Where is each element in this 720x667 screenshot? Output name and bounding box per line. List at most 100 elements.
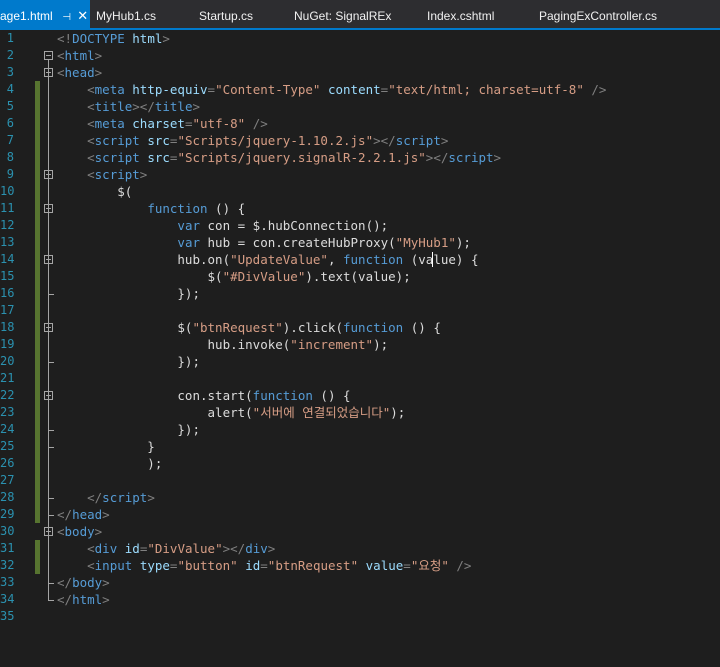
code-line[interactable]: 28 </script> <box>0 489 720 506</box>
code-token: > <box>440 133 449 148</box>
change-indicator <box>35 217 40 234</box>
code-token: script <box>448 150 494 165</box>
code-text: <body> <box>57 523 102 540</box>
tab-myhub1[interactable]: MyHub1.cs <box>96 0 156 30</box>
code-token: hub.on( <box>57 252 231 267</box>
code-token: > <box>94 524 103 539</box>
code-line[interactable]: 21 <box>0 370 720 387</box>
line-number: 25 <box>0 439 15 453</box>
code-token: "Content-Type" <box>215 82 321 97</box>
code-line[interactable]: 13 var hub = con.createHubProxy("MyHub1"… <box>0 234 720 251</box>
code-token: } <box>57 439 155 454</box>
code-editor[interactable]: 1 <!DOCTYPE html> 2 <html> 3 <head> 4 <meta ht… <box>0 30 720 667</box>
code-line[interactable]: 15 $("#DivValue").text(value); <box>0 268 720 285</box>
line-number: 3 <box>6 65 14 79</box>
code-token: > <box>162 31 170 46</box>
change-indicator <box>35 98 40 115</box>
code-line[interactable]: 17 <box>0 302 720 319</box>
tab-paging-controller[interactable]: PagingExController.cs <box>539 0 657 30</box>
code-line[interactable]: 10 $( <box>0 183 720 200</box>
code-line[interactable]: 3 <head> <box>0 64 720 81</box>
code-line[interactable]: 4 <meta http-equiv="Content-Type" conten… <box>0 81 720 98</box>
code-line[interactable]: 6 <meta charset="utf-8" /> <box>0 115 720 132</box>
tab-index-cshtml[interactable]: Index.cshtml <box>427 0 494 30</box>
line-number: 29 <box>0 507 15 521</box>
code-token: id <box>124 541 140 556</box>
code-token: "button" <box>177 558 238 573</box>
code-line[interactable]: 5 <title></title> <box>0 98 720 115</box>
code-token: < <box>87 150 95 165</box>
code-line[interactable]: 23 alert("서버에 연결되었습니다"); <box>0 404 720 421</box>
line-number: 19 <box>0 337 15 351</box>
code-token: ></ <box>222 541 246 556</box>
code-line[interactable]: 12 var con = $.hubConnection(); <box>0 217 720 234</box>
tab-nuget-signalrex[interactable]: NuGet: SignalREx <box>294 0 391 30</box>
line-number: 9 <box>6 167 14 181</box>
code-line[interactable]: 24 }); <box>0 421 720 438</box>
code-line[interactable]: 32 <input type="button" id="btnRequest" … <box>0 557 720 574</box>
code-line[interactable]: 20 }); <box>0 353 720 370</box>
code-line[interactable]: 29 </head> <box>0 506 720 523</box>
code-line[interactable]: 26 ); <box>0 455 720 472</box>
code-line[interactable]: 34 </html> <box>0 591 720 608</box>
line-number: 21 <box>0 371 15 385</box>
code-token: < <box>87 541 95 556</box>
line-number: 35 <box>0 609 15 623</box>
line-number: 4 <box>6 82 14 96</box>
code-line[interactable]: 1 <!DOCTYPE html> <box>0 30 720 47</box>
code-token: ); <box>455 235 471 250</box>
code-token: html <box>64 48 95 63</box>
code-line[interactable]: 9 <script> <box>0 166 720 183</box>
code-line[interactable]: 31 <div id="DivValue"></div> <box>0 540 720 557</box>
code-token: /> <box>456 558 472 573</box>
code-token: id <box>245 558 261 573</box>
code-token: </ <box>87 490 103 505</box>
code-token: function <box>343 252 404 267</box>
code-line[interactable]: 2 <html> <box>0 47 720 64</box>
tab-html-page[interactable]: age1.html ⊣ ✕ <box>0 0 90 30</box>
line-number: 26 <box>0 456 15 470</box>
code-text: <input type="button" id="btnRequest" val… <box>57 557 471 574</box>
code-text: </script> <box>57 489 155 506</box>
code-token: src <box>147 133 170 148</box>
code-line[interactable]: 18 $("btnRequest").click(function () { <box>0 319 720 336</box>
code-line[interactable]: 35 <box>0 608 720 625</box>
line-number: 11 <box>0 201 15 215</box>
outline-guide-end <box>48 515 54 516</box>
code-token: "요청" <box>410 558 449 573</box>
code-token: < <box>57 65 65 80</box>
code-token: $( <box>57 184 133 199</box>
code-text: </body> <box>57 574 110 591</box>
code-token: > <box>94 48 103 63</box>
code-line[interactable]: 27 <box>0 472 720 489</box>
code-line[interactable]: 30 <body> <box>0 523 720 540</box>
code-token: "Scripts/jquery-1.10.2.js" <box>177 133 374 148</box>
code-text: }); <box>57 285 200 302</box>
code-line[interactable]: 11 function () { <box>0 200 720 217</box>
tab-startup[interactable]: Startup.cs <box>199 0 253 30</box>
line-number: 18 <box>0 320 15 334</box>
code-line[interactable]: 7 <script src="Scripts/jquery-1.10.2.js"… <box>0 132 720 149</box>
code-token: "increment" <box>290 337 374 352</box>
code-line[interactable]: 8 <script src="Scripts/jquery.signalR-2.… <box>0 149 720 166</box>
line-number: 12 <box>0 218 15 232</box>
code-line[interactable]: 22 con.start(function () { <box>0 387 720 404</box>
change-indicator <box>35 268 40 285</box>
line-number: 14 <box>0 252 15 266</box>
outline-guide-end <box>48 498 54 499</box>
change-indicator <box>35 557 40 574</box>
outline-guide-end <box>48 362 54 363</box>
code-line[interactable]: 25 } <box>0 438 720 455</box>
code-token: > <box>147 490 155 505</box>
code-line[interactable]: 14 hub.on("UpdateValue", function (value… <box>0 251 720 268</box>
code-line[interactable]: 19 hub.invoke("increment"); <box>0 336 720 353</box>
code-text: <html> <box>57 47 102 64</box>
collapse-region-icon[interactable] <box>44 51 53 60</box>
code-line[interactable]: 33 </body> <box>0 574 720 591</box>
change-indicator <box>35 285 40 302</box>
code-line[interactable]: 16 }); <box>0 285 720 302</box>
